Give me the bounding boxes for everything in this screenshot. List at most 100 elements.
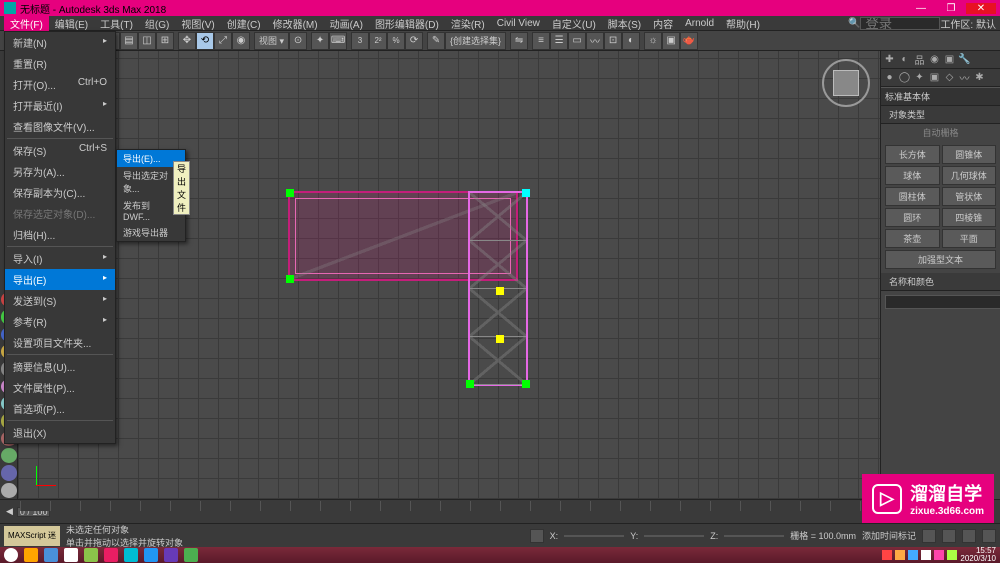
taskbar-app-4[interactable]	[84, 548, 98, 562]
workspace-label[interactable]: 工作区: 默认	[940, 16, 996, 31]
tray-icon-5[interactable]	[934, 550, 944, 560]
viewport[interactable]	[18, 51, 880, 499]
tool-11[interactable]	[1, 465, 17, 480]
nav-button-2[interactable]	[962, 529, 976, 543]
cylinder-button[interactable]: 圆柱体	[885, 187, 940, 206]
use-center-button[interactable]: ⊙	[289, 32, 307, 50]
render-button[interactable]: 🫖	[680, 32, 698, 50]
layers-button[interactable]: ☰	[550, 32, 568, 50]
taskbar-app-5[interactable]	[104, 548, 118, 562]
fm-reference[interactable]: 参考(R)	[5, 311, 115, 332]
taskbar-app-6[interactable]	[124, 548, 138, 562]
menu-help[interactable]: 帮助(H)	[720, 16, 766, 31]
systems-icon[interactable]: ✱	[973, 71, 986, 84]
teapot-button[interactable]: 茶壶	[885, 229, 940, 248]
taskbar-clock[interactable]: 15:57 2020/3/10	[960, 547, 996, 563]
window-crossing-button[interactable]: ⊞	[156, 32, 174, 50]
select-region-button[interactable]: ◫	[138, 32, 156, 50]
menu-modifiers[interactable]: 修改器(M)	[267, 16, 324, 31]
motion-tab-icon[interactable]: ◉	[928, 53, 941, 66]
fm-import[interactable]: 导入(I)	[5, 248, 115, 269]
taskbar-app-2[interactable]	[44, 548, 58, 562]
geometry-icon[interactable]: ●	[883, 71, 896, 84]
menu-content[interactable]: 内容	[647, 16, 679, 31]
tray-icon-3[interactable]	[908, 550, 918, 560]
named-selection-dropdown[interactable]: {创建选择集}	[445, 32, 506, 50]
percent-snap-button[interactable]: %	[387, 32, 405, 50]
search-input[interactable]	[860, 17, 940, 30]
menu-tools[interactable]: 工具(T)	[94, 16, 139, 31]
render-frame-button[interactable]: ▣	[662, 32, 680, 50]
menu-group[interactable]: 组(G)	[139, 16, 175, 31]
menu-customize[interactable]: 自定义(U)	[546, 16, 602, 31]
textplus-button[interactable]: 加强型文本	[885, 250, 996, 269]
menu-file[interactable]: 文件(F)	[4, 16, 49, 31]
tray-icon-4[interactable]	[921, 550, 931, 560]
menu-create[interactable]: 创建(C)	[221, 16, 267, 31]
fm-send-to[interactable]: 发送到(S)	[5, 290, 115, 311]
fm-exit[interactable]: 退出(X)	[5, 422, 115, 443]
tool-10[interactable]	[1, 448, 17, 463]
nav-button-1[interactable]	[942, 529, 956, 543]
taskbar-app-8[interactable]	[164, 548, 178, 562]
fm-export[interactable]: 导出(E)	[5, 269, 115, 290]
tray-icon-2[interactable]	[895, 550, 905, 560]
mirror-button[interactable]: ⇋	[510, 32, 528, 50]
tray-icon-1[interactable]	[882, 550, 892, 560]
placement-button[interactable]: ◉	[232, 32, 250, 50]
fm-reset[interactable]: 重置(R)	[5, 53, 115, 74]
keyboard-shortcut-button[interactable]: ⌨	[329, 32, 347, 50]
utilities-tab-icon[interactable]: 🔧	[958, 53, 971, 66]
plane-button[interactable]: 平面	[942, 229, 997, 248]
taskbar-app-1[interactable]	[24, 548, 38, 562]
object-type-rollout[interactable]: 对象类型	[881, 106, 1000, 124]
menu-animation[interactable]: 动画(A)	[324, 16, 369, 31]
timeline[interactable]: ◀ 0 / 100	[0, 499, 1000, 523]
category-dropdown[interactable]: 标准基本体	[881, 87, 1000, 106]
lights-icon[interactable]: ✦	[913, 71, 926, 84]
curve-editor-button[interactable]: 〰	[586, 32, 604, 50]
fm-archive[interactable]: 归档(H)...	[5, 224, 115, 245]
pyramid-button[interactable]: 四棱锥	[942, 208, 997, 227]
object-name-input[interactable]	[885, 295, 1000, 309]
fm-open-recent[interactable]: 打开最近(I)	[5, 95, 115, 116]
play-button[interactable]	[922, 529, 936, 543]
spacewarps-icon[interactable]: 〰	[958, 71, 971, 84]
render-setup-button[interactable]: ☼	[644, 32, 662, 50]
menu-scripting[interactable]: 脚本(S)	[602, 16, 647, 31]
search-icon[interactable]: 🔍	[848, 18, 860, 29]
minimize-button[interactable]: —	[906, 3, 936, 14]
shapes-icon[interactable]: ◯	[898, 71, 911, 84]
menu-view[interactable]: 视图(V)	[175, 16, 220, 31]
menu-edit[interactable]: 编辑(E)	[49, 16, 94, 31]
maxscript-listener[interactable]: MAXScript 迷	[4, 526, 60, 546]
name-color-rollout[interactable]: 名称和颜色	[881, 273, 1000, 291]
toggle-ribbon-button[interactable]: ▭	[568, 32, 586, 50]
time-tag[interactable]: 添加时间标记	[862, 529, 916, 542]
snap-toggle-button[interactable]: 3	[351, 32, 369, 50]
tray-icon-6[interactable]	[947, 550, 957, 560]
autogrid-checkbox[interactable]: 自动栅格	[881, 124, 1000, 141]
hierarchy-tab-icon[interactable]: 品	[913, 53, 926, 66]
menu-civil-view[interactable]: Civil View	[491, 18, 546, 29]
angle-snap-button[interactable]: 2²	[369, 32, 387, 50]
lock-selection-button[interactable]	[530, 529, 544, 543]
fm-new[interactable]: 新建(N)	[5, 32, 115, 53]
fm-save-as[interactable]: 另存为(A)...	[5, 161, 115, 182]
helpers-icon[interactable]: ◇	[943, 71, 956, 84]
nav-button-3[interactable]	[982, 529, 996, 543]
fm-save[interactable]: 保存(S)Ctrl+S	[5, 140, 115, 161]
taskbar-app-7[interactable]	[144, 548, 158, 562]
fm-view-image[interactable]: 查看图像文件(V)...	[5, 116, 115, 137]
sphere-button[interactable]: 球体	[885, 166, 940, 185]
rotate-button[interactable]: ⟲	[196, 32, 214, 50]
geosphere-button[interactable]: 几何球体	[942, 166, 997, 185]
viewcube[interactable]	[822, 59, 872, 109]
display-tab-icon[interactable]: ▣	[943, 53, 956, 66]
align-button[interactable]: ≡	[532, 32, 550, 50]
modify-tab-icon[interactable]: ◐	[898, 53, 911, 66]
tube-button[interactable]: 管状体	[942, 187, 997, 206]
fm-summary[interactable]: 摘要信息(U)...	[5, 356, 115, 377]
ref-coord-dropdown[interactable]: 视图 ▾	[254, 32, 289, 50]
select-manipulate-button[interactable]: ✦	[311, 32, 329, 50]
